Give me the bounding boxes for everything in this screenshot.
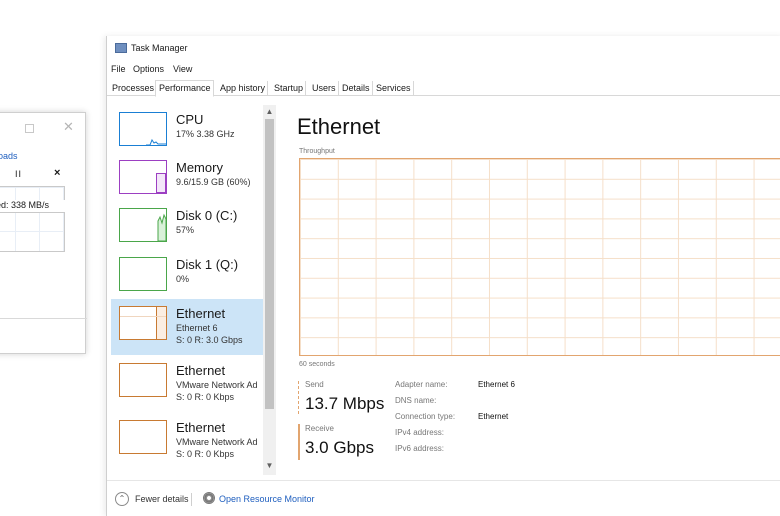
item-detail: 57% <box>176 225 195 235</box>
sidebar-item-ethernet-vmware-2[interactable]: Ethernet VMware Network Ad S: 0 R: 0 Kbp… <box>111 413 263 467</box>
item-name: Memory <box>176 160 223 175</box>
tab-bar: Processes Performance App history Startu… <box>107 80 780 97</box>
task-manager-window: Task Manager File Options View Processes… <box>106 36 780 516</box>
info-label-dns: DNS name: <box>395 396 437 405</box>
item-detail: 0% <box>176 274 190 284</box>
item-detail: 17% 3.38 GHz <box>176 129 235 139</box>
send-value: 13.7 Mbps <box>305 394 385 413</box>
receive-legend-line <box>298 424 300 460</box>
receive-label: Receive <box>305 424 334 433</box>
disk0-thumbnail-graph <box>119 208 167 242</box>
thumb-gridline <box>120 316 166 317</box>
download-speed-graph <box>0 186 65 252</box>
ethernet6-fill <box>156 307 166 339</box>
item-name: Ethernet <box>176 420 226 435</box>
tab-startup[interactable]: Startup <box>271 81 307 96</box>
pause-button[interactable]: II <box>15 169 22 179</box>
sidebar-item-disk-1[interactable]: Disk 1 (Q:) 0% <box>111 250 263 306</box>
tab-services[interactable]: Services <box>373 81 414 96</box>
ethernet-vmware2-thumbnail-graph <box>119 420 167 454</box>
memory-fill <box>156 173 166 193</box>
chevron-up-icon[interactable]: ⌃ <box>115 492 129 506</box>
info-value-adapter: Ethernet 6 <box>478 380 515 389</box>
item-name: Disk 1 (Q:) <box>176 257 239 272</box>
item-rate: S: 0 R: 0 Kbps <box>176 449 235 459</box>
window-title: Task Manager <box>131 43 188 53</box>
title-bar[interactable]: Task Manager <box>107 36 780 60</box>
divider <box>0 318 87 319</box>
page-title: Ethernet <box>297 114 381 139</box>
tab-processes[interactable]: Processes <box>109 81 158 96</box>
resource-list: CPU 17% 3.38 GHz Memory 9.6/15.9 GB (60%… <box>111 105 279 467</box>
item-name: Disk 0 (C:) <box>176 208 238 223</box>
info-label-connection: Connection type: <box>395 412 456 421</box>
menu-view[interactable]: View <box>173 64 192 74</box>
item-detail: VMware Network Ad <box>176 380 258 390</box>
resource-monitor-icon <box>203 492 215 504</box>
ethernet6-thumbnail-graph <box>119 306 167 340</box>
item-rate: S: 0 R: 0 Kbps <box>176 392 235 402</box>
sidebar-item-ethernet-6[interactable]: Ethernet Ethernet 6 S: 0 R: 3.0 Gbps <box>111 299 263 355</box>
item-detail: VMware Network Ad <box>176 437 258 447</box>
menu-file[interactable]: File <box>111 64 126 74</box>
tab-details[interactable]: Details <box>339 81 373 96</box>
scroll-down-icon[interactable]: ▼ <box>263 461 276 470</box>
item-detail: Ethernet 6 <box>176 323 218 333</box>
throughput-graph <box>299 158 780 356</box>
cpu-sparkline <box>146 138 166 145</box>
tab-performance[interactable]: Performance <box>155 80 214 97</box>
task-manager-icon <box>115 43 127 53</box>
menu-options[interactable]: Options <box>133 64 164 74</box>
cancel-download-button[interactable]: × <box>54 167 60 179</box>
disk1-thumbnail-graph <box>119 257 167 291</box>
sidebar-item-ethernet-vmware-1[interactable]: Ethernet VMware Network Ad S: 0 R: 0 Kbp… <box>111 356 263 412</box>
disk0-sparkline <box>157 213 166 241</box>
item-name: Ethernet <box>176 363 226 378</box>
item-name: Ethernet <box>176 306 226 321</box>
close-icon[interactable]: ✕ <box>63 119 74 135</box>
info-label-ipv6: IPv6 address: <box>395 444 444 453</box>
downloads-link[interactable]: nloads <box>0 151 87 161</box>
cpu-thumbnail-graph <box>119 112 167 146</box>
send-label: Send <box>305 380 324 389</box>
scrollbar-thumb[interactable] <box>265 119 274 409</box>
resource-list-scrollbar[interactable]: ▲ ▼ <box>263 105 276 475</box>
memory-thumbnail-graph <box>119 160 167 194</box>
ethernet-vmware1-thumbnail-graph <box>119 363 167 397</box>
desktop: ✕ nloads II × eed: 338 MB/s Task Manager… <box>0 0 780 516</box>
maximize-icon[interactable] <box>25 124 34 133</box>
time-span-label: 60 seconds <box>299 361 335 368</box>
send-legend-line <box>298 381 299 414</box>
sidebar-item-disk-0[interactable]: Disk 0 (C:) 57% <box>111 201 263 257</box>
graph-label: Throughput <box>299 148 335 155</box>
tab-app-history[interactable]: App history <box>217 81 269 96</box>
item-name: CPU <box>176 112 204 127</box>
fewer-details-button[interactable]: Fewer details <box>135 494 189 504</box>
download-speed-text: eed: 338 MB/s <box>0 200 65 213</box>
footer-bar: ⌃ Fewer details Open Resource Monitor <box>107 480 780 516</box>
scroll-up-icon[interactable]: ▲ <box>263 107 276 116</box>
info-label-ipv4: IPv4 address: <box>395 428 444 437</box>
info-value-connection: Ethernet <box>478 412 509 421</box>
footer-divider <box>191 493 192 506</box>
open-resource-monitor-link[interactable]: Open Resource Monitor <box>219 494 315 504</box>
item-rate: S: 0 R: 3.0 Gbps <box>176 335 243 345</box>
receive-value: 3.0 Gbps <box>305 438 374 457</box>
background-download-window[interactable]: ✕ nloads II × eed: 338 MB/s <box>0 112 87 354</box>
info-label-adapter: Adapter name: <box>395 380 448 389</box>
item-detail: 9.6/15.9 GB (60%) <box>176 177 251 187</box>
tab-users[interactable]: Users <box>309 81 339 96</box>
